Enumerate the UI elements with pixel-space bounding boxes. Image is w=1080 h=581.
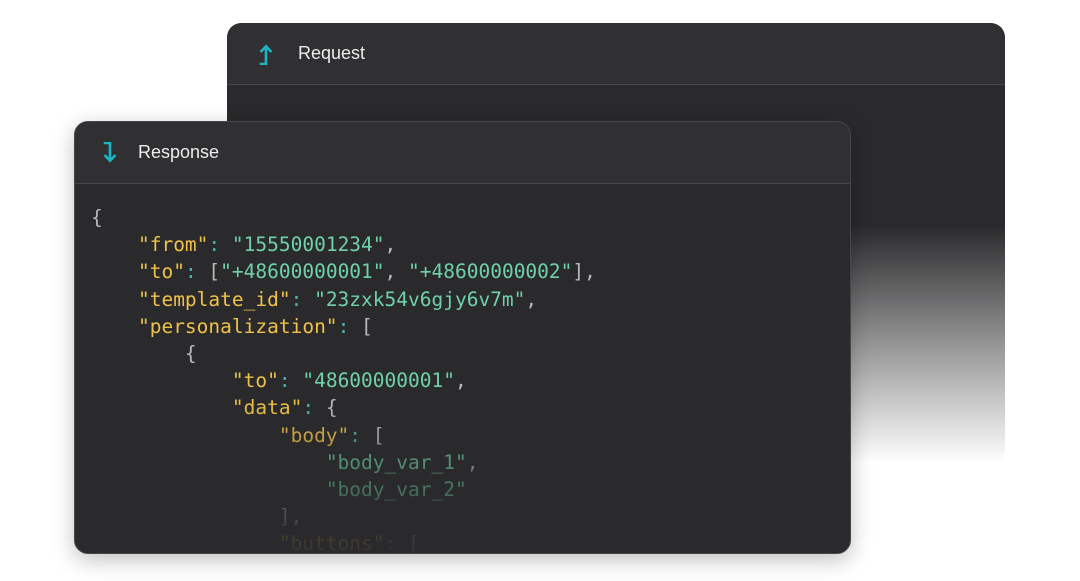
- response-header[interactable]: Response: [75, 122, 850, 184]
- json-key: "data": [231, 396, 303, 420]
- json-punctuation: ,: [384, 260, 409, 284]
- json-punctuation: :: [302, 396, 326, 420]
- json-punctuation: [: [408, 532, 420, 554]
- json-punctuation: [: [372, 423, 385, 447]
- json-punctuation: {: [91, 341, 197, 365]
- arrow-up-icon: [255, 43, 277, 65]
- code-line: "body_var_1",: [91, 449, 850, 476]
- json-punctuation: ,: [384, 233, 397, 257]
- json-string: "15550001234": [231, 233, 385, 257]
- request-title: Request: [298, 43, 366, 63]
- json-punctuation: [91, 396, 232, 419]
- json-punctuation: ,: [525, 287, 538, 311]
- json-punctuation: :: [208, 233, 232, 257]
- json-key: "to": [137, 260, 185, 284]
- json-punctuation: [91, 260, 138, 283]
- json-string: "body_var_2": [325, 477, 467, 501]
- json-punctuation: [91, 478, 326, 501]
- code-line: "buttons": [: [91, 530, 850, 554]
- arrow-down-icon: [99, 141, 121, 164]
- json-key: "template_id": [137, 287, 291, 311]
- code-line: "to": "48600000001",: [91, 367, 850, 394]
- json-key: "body": [278, 423, 350, 447]
- json-punctuation: [: [208, 260, 221, 284]
- json-key: "to": [231, 369, 279, 393]
- response-panel: Response { "from": "15550001234", "to": …: [74, 121, 851, 554]
- json-punctuation: :: [337, 314, 362, 338]
- code-line: {: [91, 204, 850, 231]
- code-line: "body_var_2": [91, 476, 850, 503]
- json-punctuation: ,: [454, 369, 467, 393]
- response-json-code: { "from": "15550001234", "to": ["+486000…: [75, 184, 850, 554]
- json-key: "personalization": [137, 314, 338, 338]
- json-punctuation: [91, 288, 138, 311]
- json-punctuation: :: [349, 423, 373, 447]
- code-line: {: [91, 340, 850, 367]
- json-punctuation: :: [184, 260, 209, 284]
- stage: Request Response { "from": "15550001234"…: [0, 0, 1080, 581]
- json-punctuation: [91, 532, 279, 553]
- json-punctuation: [91, 369, 232, 392]
- json-key: "buttons": [278, 532, 385, 554]
- code-line: "body": [: [91, 422, 850, 449]
- json-punctuation: {: [91, 206, 103, 229]
- json-punctuation: [91, 315, 138, 338]
- json-punctuation: ],: [572, 260, 596, 284]
- json-string: "body_var_1": [325, 450, 467, 474]
- request-header[interactable]: Request: [227, 23, 1005, 85]
- json-punctuation: :: [384, 532, 408, 554]
- code-line: "template_id": "23zxk54v6gjy6v7m",: [91, 286, 850, 313]
- json-string: "+48600000002": [408, 260, 573, 284]
- json-punctuation: [91, 424, 279, 447]
- code-line: "personalization": [: [91, 313, 850, 340]
- json-punctuation: [91, 451, 326, 474]
- json-string: "+48600000001": [220, 260, 385, 284]
- json-punctuation: {: [325, 396, 338, 420]
- response-title: Response: [138, 142, 220, 162]
- json-string: "23zxk54v6gjy6v7m": [314, 287, 526, 311]
- json-string: "48600000001": [302, 369, 455, 393]
- json-punctuation: ,: [466, 450, 479, 474]
- code-line: "to": ["+48600000001", "+48600000002"],: [91, 258, 850, 285]
- json-punctuation: :: [290, 287, 315, 311]
- json-key: "from": [137, 233, 209, 257]
- json-punctuation: [91, 233, 138, 256]
- json-punctuation: :: [278, 369, 303, 393]
- code-line: "from": "15550001234",: [91, 231, 850, 258]
- code-line: "data": {: [91, 394, 850, 421]
- json-punctuation: ],: [91, 505, 303, 529]
- code-line: ],: [91, 503, 850, 530]
- json-punctuation: [: [361, 314, 373, 338]
